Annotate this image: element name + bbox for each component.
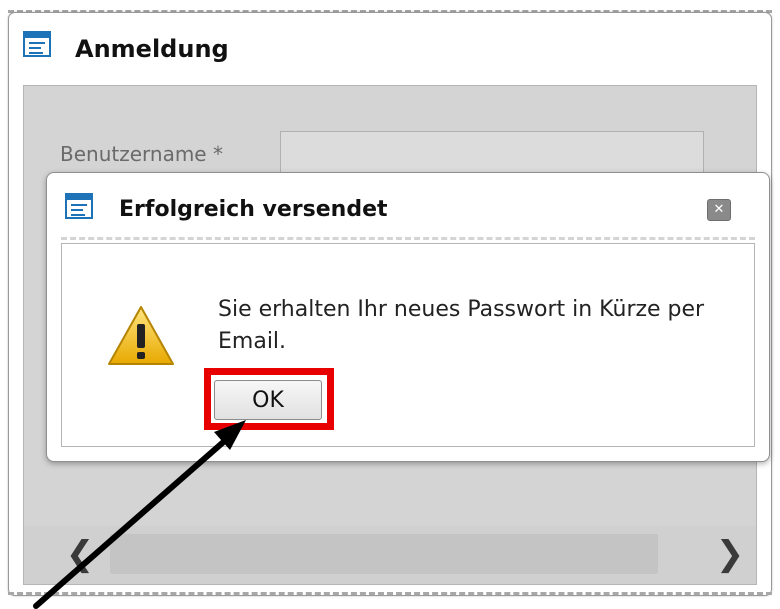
dialog-message: Sie erhalten Ihr neues Passwort in Kürze… (218, 297, 705, 354)
horizontal-scrollbar[interactable]: ❮ ❯ (24, 526, 756, 584)
dialog-body: Sie erhalten Ihr neues Passwort in Kürze… (61, 243, 755, 447)
window-icon (23, 31, 51, 57)
login-title: Anmeldung (75, 35, 229, 63)
ok-button[interactable]: OK (214, 380, 322, 420)
scroll-left-icon[interactable]: ❮ (60, 534, 100, 574)
bottom-dashed-edge (8, 592, 772, 595)
dialog-dashed-divider (61, 237, 755, 240)
success-dialog: Erfolgreich versendet ✕ Sie erhalten Ihr… (46, 172, 770, 462)
scroll-thumb[interactable] (110, 534, 658, 574)
login-titlebar: Anmeldung (9, 13, 771, 73)
warning-triangle-icon (108, 306, 174, 365)
close-icon[interactable]: ✕ (707, 199, 731, 221)
username-label: Benutzername * (60, 142, 223, 166)
dialog-window-icon (65, 193, 93, 219)
dialog-title: Erfolgreich versendet (119, 197, 388, 222)
scroll-right-icon[interactable]: ❯ (710, 534, 750, 574)
